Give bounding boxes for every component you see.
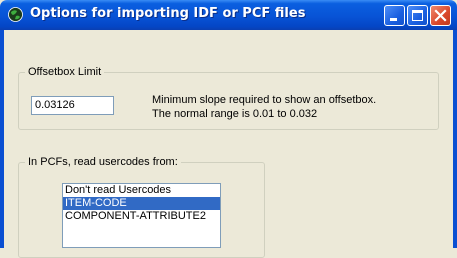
usercodes-legend: In PCFs, read usercodes from: (28, 156, 178, 168)
list-item-selected[interactable]: ITEM-CODE (63, 197, 220, 210)
offsetbox-limit-legend: Offsetbox Limit (28, 66, 102, 78)
list-item[interactable]: COMPONENT-ATTRIBUTE2 (63, 210, 220, 223)
globe-icon (8, 7, 23, 22)
window-frame-left (0, 30, 4, 248)
offsetbox-hint-line1: Minimum slope required to show an offset… (152, 94, 377, 106)
minimize-button[interactable] (384, 5, 405, 26)
list-item[interactable]: Don't read Usercodes (63, 184, 220, 197)
minimize-icon (390, 18, 397, 21)
close-button[interactable] (430, 5, 451, 26)
window-frame-right (453, 30, 457, 248)
offsetbox-limit-input[interactable]: 0.03126 (31, 96, 114, 115)
usercodes-listbox[interactable]: Don't read Usercodes ITEM-CODE COMPONENT… (62, 183, 221, 248)
maximize-button[interactable] (407, 5, 428, 26)
offsetbox-hint-line2: The normal range is 0.01 to 0.032 (152, 108, 318, 120)
title-bar[interactable]: Options for importing IDF or PCF files (0, 0, 457, 30)
maximize-icon (412, 10, 423, 21)
close-icon (434, 9, 447, 22)
window-title: Options for importing IDF or PCF files (30, 6, 306, 21)
